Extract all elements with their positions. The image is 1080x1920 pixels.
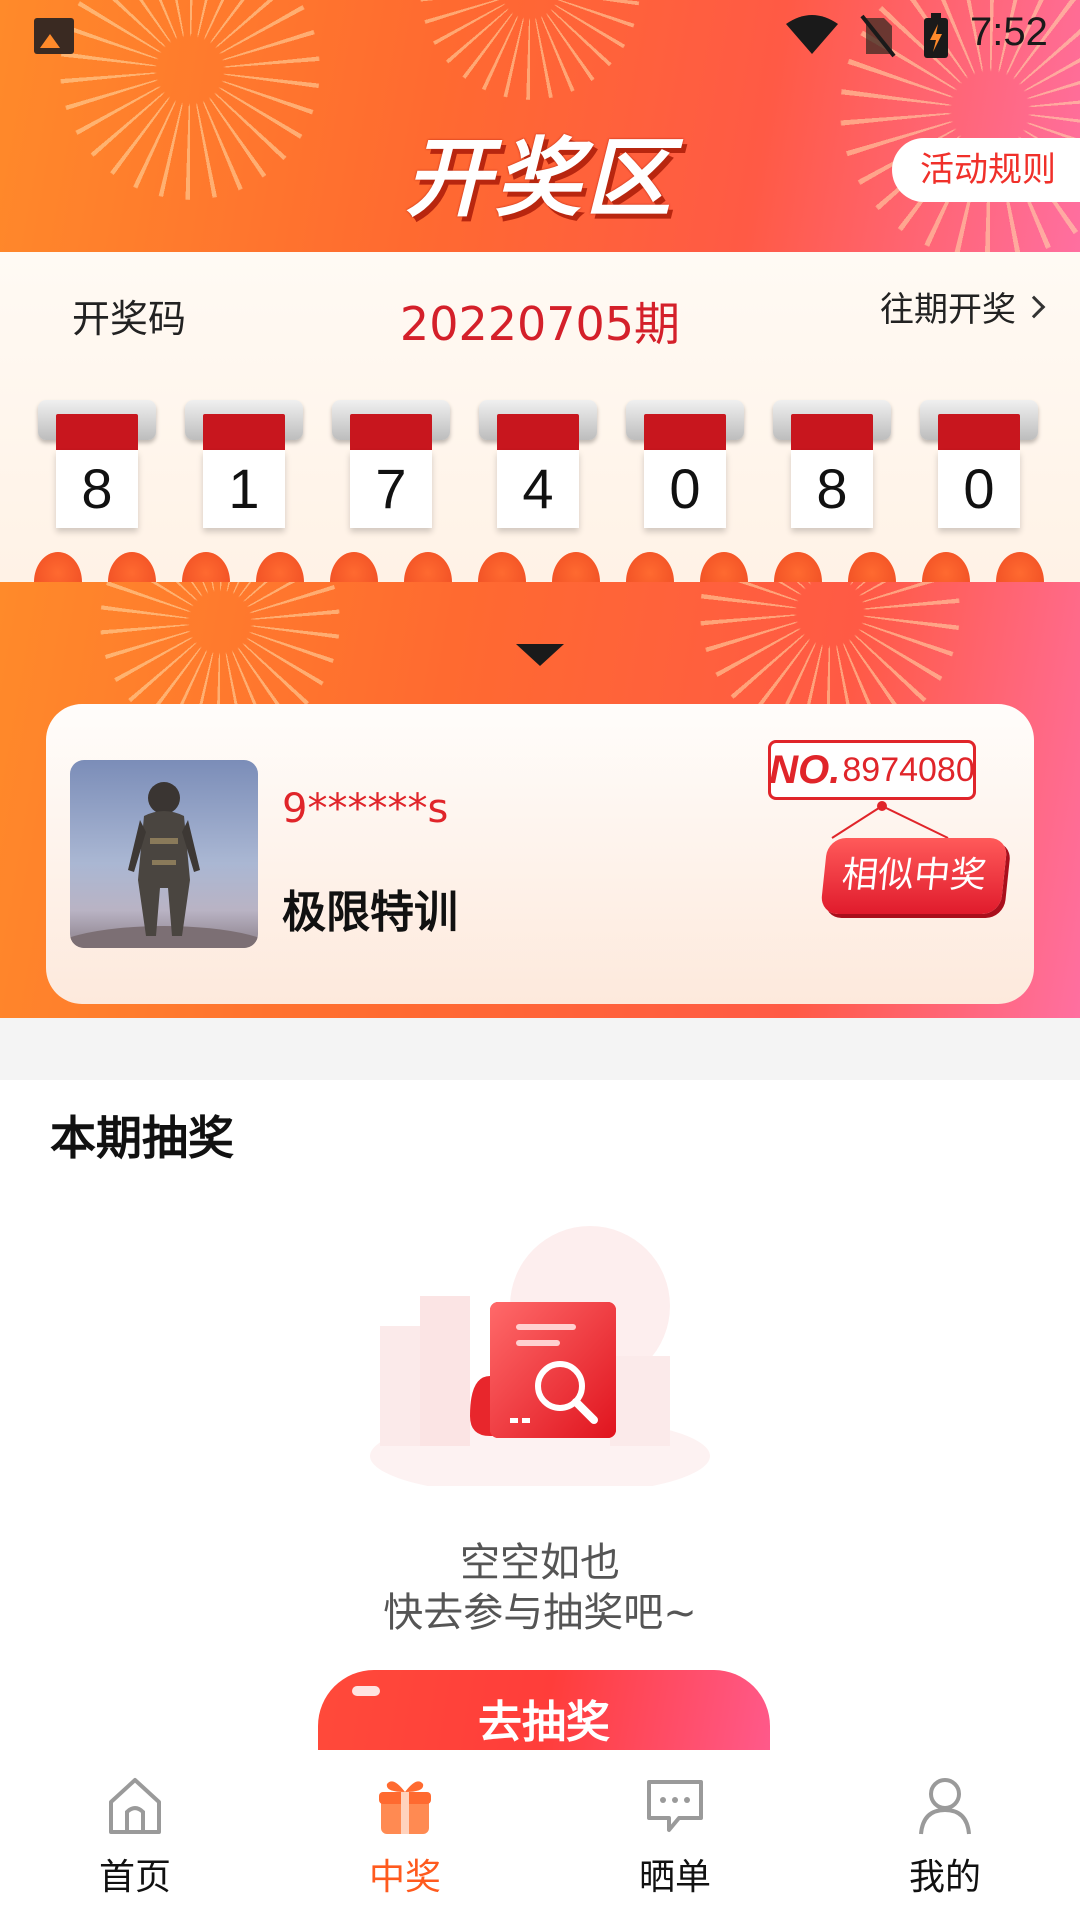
digit-slot: 7 xyxy=(332,400,450,530)
section-divider xyxy=(0,1018,1080,1080)
header-banner: 7:52 开奖区 活动规则 xyxy=(0,0,1080,252)
empty-state-icon xyxy=(370,1226,710,1486)
digit-slot: 4 xyxy=(479,400,597,530)
nav-label: 我的 xyxy=(908,1857,981,1898)
current-draw-title: 本期抽奖 xyxy=(50,1111,234,1165)
hanging-string xyxy=(831,801,949,839)
message-icon xyxy=(647,1780,703,1832)
digit-slot: 8 xyxy=(773,400,891,530)
home-icon xyxy=(109,1778,161,1834)
digit-value: 1 xyxy=(203,450,285,528)
activity-rules-button[interactable]: 活动规则 xyxy=(892,138,1080,202)
digit-value: 8 xyxy=(56,450,138,528)
digit-value: 7 xyxy=(350,450,432,528)
wifi-icon xyxy=(786,15,838,54)
digit-value: 0 xyxy=(644,450,726,528)
nav-item-home[interactable]: 首页 xyxy=(35,1774,235,1914)
battery-charging-icon xyxy=(924,13,948,58)
scallop-decoration xyxy=(30,552,1060,582)
no-sim-icon xyxy=(860,14,896,58)
digit-value: 8 xyxy=(791,450,873,528)
draw-code-panel: 开奖码 20220705期 往期开奖 8 1 7 4 0 8 0 xyxy=(0,252,1080,582)
nav-label: 中奖 xyxy=(368,1857,441,1898)
winner-username: 9******s xyxy=(282,786,449,832)
gift-icon xyxy=(379,1781,431,1834)
digit-slot: 1 xyxy=(185,400,303,530)
down-arrow-icon xyxy=(516,644,564,666)
user-icon xyxy=(919,1778,971,1835)
draw-digits: 8 1 7 4 0 8 0 xyxy=(38,400,1048,530)
image-notification-icon xyxy=(34,18,74,54)
status-bar: 7:52 xyxy=(0,0,1080,72)
digit-slot: 8 xyxy=(38,400,156,530)
history-draws-label: 往期开奖 xyxy=(880,290,1016,330)
chevron-right-icon xyxy=(1022,295,1046,318)
digit-value: 0 xyxy=(938,450,1020,528)
empty-state-hint: 快去参与抽奖吧~ xyxy=(383,1590,697,1636)
nav-item-showcase[interactable]: 晒单 xyxy=(575,1774,775,1914)
winning-number-badge: NO. 8974080 xyxy=(768,740,976,800)
nav-label: 首页 xyxy=(98,1857,171,1898)
digit-slot: 0 xyxy=(626,400,744,530)
go-draw-label: 去抽奖 xyxy=(478,1697,610,1748)
similar-win-badge[interactable]: 相似中奖 xyxy=(820,838,1008,914)
nav-item-winning[interactable]: 中奖 xyxy=(305,1774,505,1914)
bottom-navigation: 首页 中奖 晒单 我的 xyxy=(0,1750,1080,1920)
winning-number: 8974080 xyxy=(842,750,975,789)
digit-slot: 0 xyxy=(920,400,1038,530)
number-prefix: NO. xyxy=(769,747,841,792)
nav-label: 晒单 xyxy=(638,1857,711,1898)
prize-name: 极限特训 xyxy=(282,887,458,938)
status-time: 7:52 xyxy=(970,10,1048,54)
prize-image xyxy=(70,760,258,948)
winner-card[interactable]: 9******s 极限特训 NO. 8974080 相似中奖 xyxy=(46,704,1034,1004)
nav-item-mine[interactable]: 我的 xyxy=(845,1774,1045,1914)
digit-value: 4 xyxy=(497,450,579,528)
history-draws-link[interactable]: 往期开奖 xyxy=(880,282,1046,331)
winner-result-area: 9******s 极限特训 NO. 8974080 相似中奖 xyxy=(0,582,1080,1018)
